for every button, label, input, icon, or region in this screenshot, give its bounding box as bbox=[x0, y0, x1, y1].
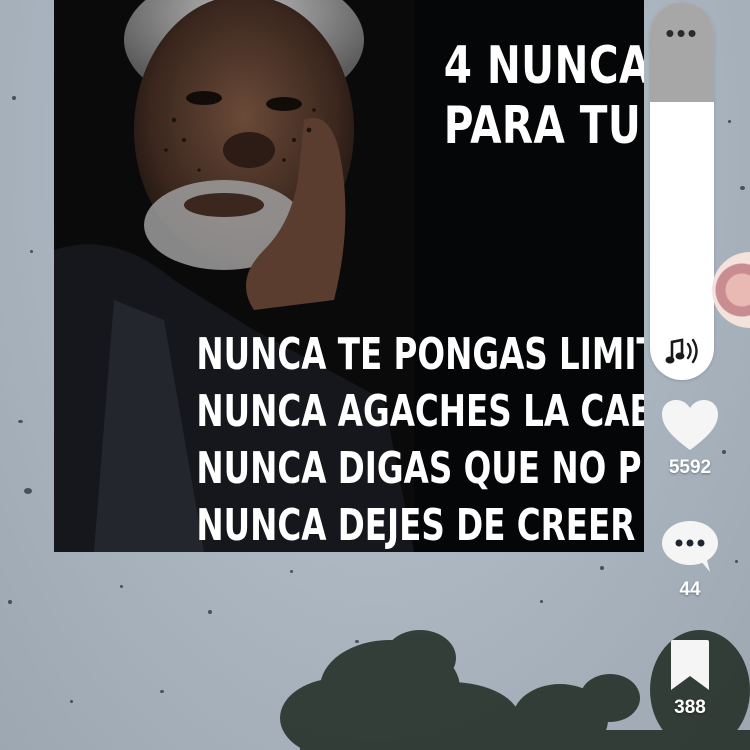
post-body-line: NUNCA DEJES DE CREER EN TI bbox=[196, 500, 644, 551]
heart-icon bbox=[662, 400, 718, 450]
post-body-line: NUNCA TE PONGAS LIMITES bbox=[196, 329, 644, 380]
like-count: 5592 bbox=[668, 457, 712, 478]
comment-count: 44 bbox=[679, 579, 701, 600]
post-title-line: 4 NUNCAS bbox=[443, 36, 644, 96]
post-body: NUNCA TE PONGAS LIMITES NUNCA AGACHES LA… bbox=[134, 326, 644, 552]
post-image[interactable]: 4 NUNCAS PARA TU VIDA NUNCA TE PONGAS LI… bbox=[54, 0, 644, 552]
music-note-icon[interactable] bbox=[662, 334, 702, 368]
save-button[interactable]: 388 bbox=[655, 638, 725, 719]
like-button[interactable]: 5592 bbox=[655, 398, 725, 479]
side-panel: ••• bbox=[650, 2, 714, 380]
tree-silhouettes bbox=[280, 630, 750, 750]
bookmark-icon bbox=[671, 640, 709, 690]
post-title-line: PARA TU VIDA bbox=[443, 96, 644, 156]
post-body-line: NUNCA AGACHES LA CABEZA bbox=[196, 386, 644, 437]
save-count: 388 bbox=[674, 697, 706, 718]
more-horizontal-icon[interactable]: ••• bbox=[650, 20, 714, 46]
comment-button[interactable]: 44 bbox=[655, 518, 725, 601]
comment-bubble-icon bbox=[662, 521, 718, 572]
post-title: 4 NUNCAS PARA TU VIDA bbox=[444, 36, 644, 156]
panel-top bbox=[650, 2, 714, 102]
post-body-line: NUNCA DIGAS QUE NO PUEDES bbox=[196, 443, 644, 494]
